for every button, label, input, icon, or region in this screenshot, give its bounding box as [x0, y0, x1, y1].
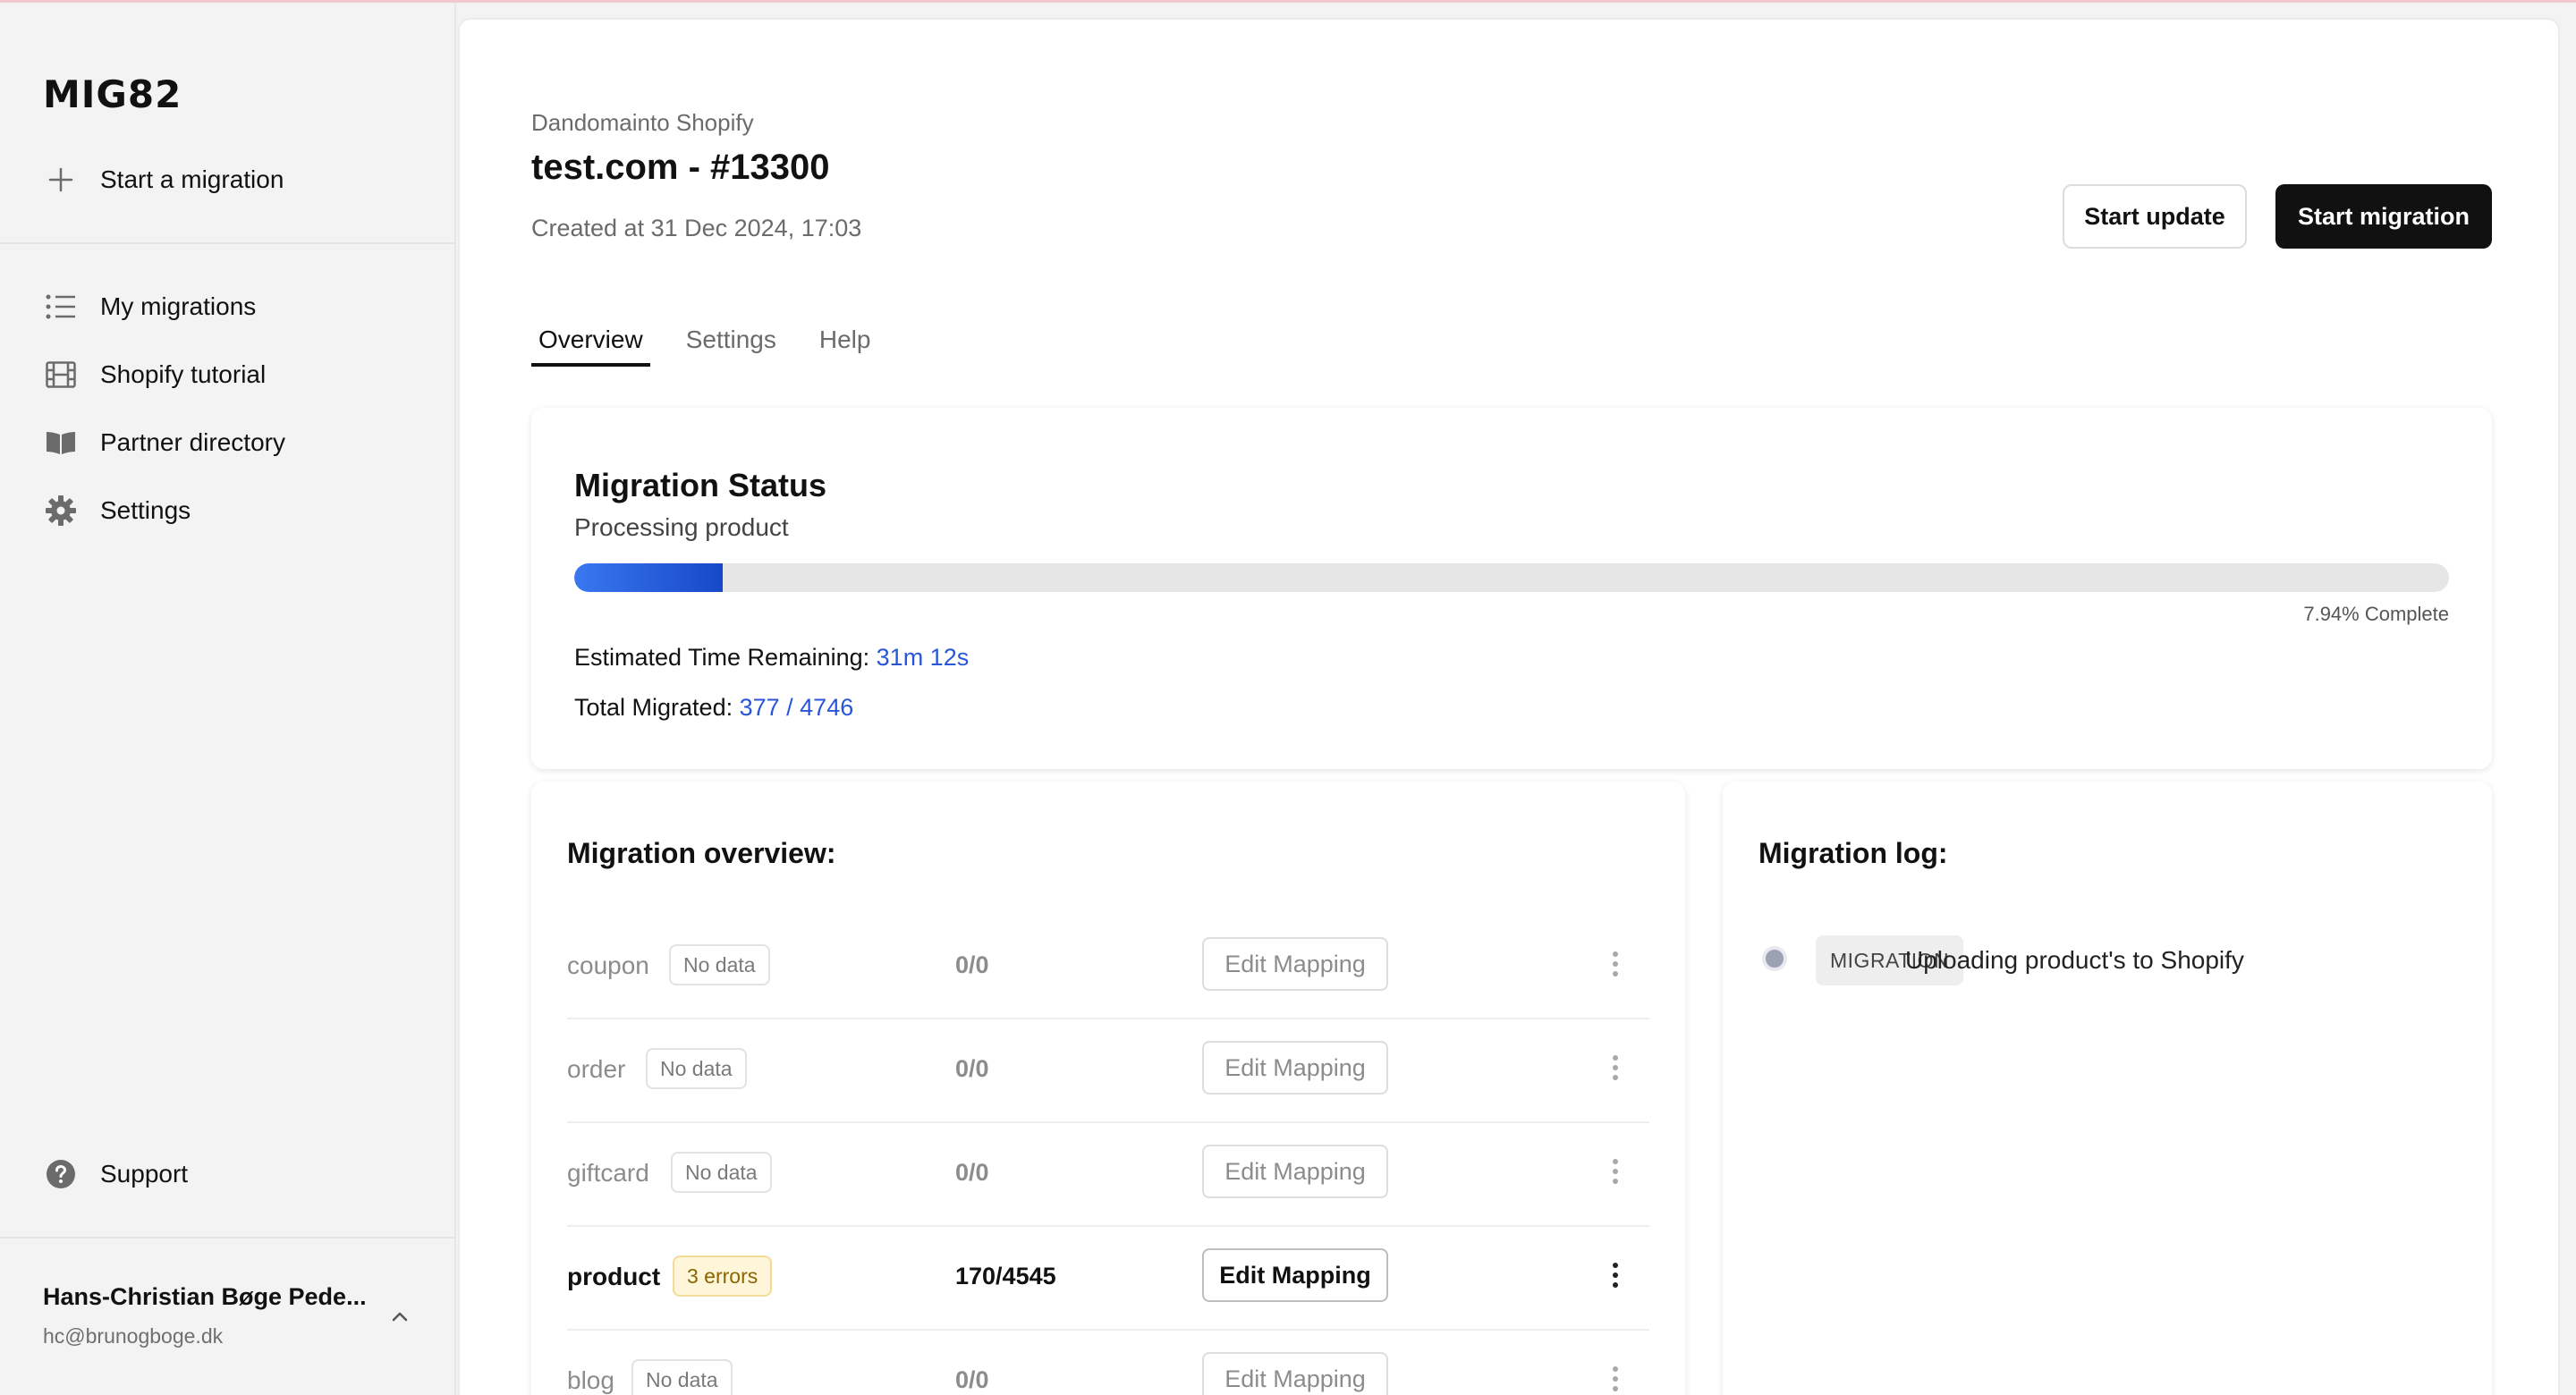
start-migration-button[interactable]: Start migration: [2275, 184, 2492, 249]
progress-bar-fill: [574, 563, 724, 592]
help-circle-icon: [43, 1156, 79, 1192]
start-migration-link[interactable]: Start a migration: [43, 155, 284, 205]
edit-mapping-button[interactable]: Edit Mapping: [1202, 1041, 1388, 1095]
gear-icon: [43, 493, 79, 528]
status-badge: No data: [671, 1152, 772, 1193]
list-icon: [43, 289, 79, 325]
status-badge: No data: [669, 944, 770, 985]
more-options-icon[interactable]: [1596, 1359, 1635, 1395]
sidebar-item-settings[interactable]: Settings: [43, 486, 191, 536]
film-icon: [43, 357, 79, 393]
progress-bar: [574, 563, 2449, 592]
status-badge: No data: [646, 1048, 747, 1089]
user-name: Hans-Christian Bøge Pede...: [43, 1283, 367, 1310]
sidebar-item-partner-directory[interactable]: Partner directory: [43, 418, 285, 468]
sidebar-item-label: Settings: [100, 496, 191, 524]
more-options-icon[interactable]: [1596, 1048, 1635, 1087]
entity-name: blog: [567, 1366, 614, 1394]
start-update-button[interactable]: Start update: [2063, 184, 2247, 249]
overview-title: Migration overview:: [567, 837, 836, 869]
migration-source-target: Dandomainto Shopify: [531, 109, 754, 136]
migration-status-card: Migration Status Processing product 7.94…: [531, 408, 2492, 769]
status-dot-icon: [1762, 946, 1787, 971]
app-logo: MIG82: [43, 72, 182, 116]
sidebar-divider: [0, 1237, 456, 1239]
edit-mapping-button[interactable]: Edit Mapping: [1202, 1352, 1388, 1395]
more-options-icon[interactable]: [1596, 1152, 1635, 1191]
chevron-up-icon[interactable]: [386, 1303, 413, 1330]
sidebar-item-label: Shopify tutorial: [100, 360, 267, 388]
more-options-icon[interactable]: [1596, 1256, 1635, 1295]
entity-count: 0/0: [955, 1366, 989, 1393]
total-value: 377 / 4746: [739, 694, 854, 721]
table-row: product 3 errors 170/4545 Edit Mapping: [567, 1227, 1649, 1331]
migration-overview-card: Migration overview: coupon No data 0/0 E…: [531, 782, 1685, 1395]
status-title: Migration Status: [574, 467, 827, 503]
entity-name: giftcard: [567, 1159, 649, 1187]
entity-name: product: [567, 1263, 661, 1290]
log-title: Migration log:: [1758, 837, 1948, 869]
table-row: order No data 0/0 Edit Mapping: [567, 1019, 1649, 1123]
table-row: blog No data 0/0 Edit Mapping: [567, 1331, 1649, 1395]
book-icon: [43, 425, 79, 461]
edit-mapping-button[interactable]: Edit Mapping: [1202, 1248, 1388, 1302]
edit-mapping-button[interactable]: Edit Mapping: [1202, 937, 1388, 991]
progress-label: 7.94% Complete: [2303, 603, 2449, 625]
tab-bar: Overview Settings Help: [531, 304, 906, 367]
status-badge: No data: [631, 1359, 733, 1395]
tab-help[interactable]: Help: [812, 304, 878, 367]
eta-line: Estimated Time Remaining: 31m 12s: [574, 644, 969, 672]
total-label: Total Migrated:: [574, 694, 733, 721]
entity-name: coupon: [567, 951, 649, 979]
page-title: test.com - #13300: [531, 148, 830, 187]
created-timestamp: Created at 31 Dec 2024, 17:03: [531, 215, 862, 241]
eta-label: Estimated Time Remaining:: [574, 644, 870, 671]
sidebar: MIG82 Start a migration My migrations Sh…: [0, 3, 456, 1395]
user-email: hc@brunogboge.dk: [43, 1324, 224, 1348]
sidebar-divider: [0, 242, 456, 244]
more-options-icon[interactable]: [1596, 944, 1635, 984]
start-migration-label: Start a migration: [100, 165, 284, 193]
main-panel: Dandomainto Shopify test.com - #13300 Cr…: [458, 18, 2560, 1395]
migration-log-card: Migration log: MIGRATION Uploading produ…: [1723, 782, 2492, 1395]
log-message: Uploading product's to Shopify: [1905, 946, 2244, 974]
status-subtitle: Processing product: [574, 513, 789, 541]
support-label: Support: [100, 1160, 189, 1188]
sidebar-item-shopify-tutorial[interactable]: Shopify tutorial: [43, 350, 266, 400]
entity-name: order: [567, 1055, 626, 1083]
sidebar-item-label: Partner directory: [100, 428, 285, 456]
support-link[interactable]: Support: [43, 1149, 188, 1199]
tab-overview[interactable]: Overview: [531, 304, 650, 367]
entity-count: 170/4545: [955, 1263, 1056, 1289]
entity-count: 0/0: [955, 1055, 989, 1082]
sidebar-item-my-migrations[interactable]: My migrations: [43, 282, 256, 332]
error-badge: 3 errors: [673, 1256, 773, 1297]
entity-count: 0/0: [955, 951, 989, 978]
eta-value: 31m 12s: [876, 644, 970, 671]
table-row: coupon No data 0/0 Edit Mapping: [567, 916, 1649, 1019]
entity-count: 0/0: [955, 1159, 989, 1186]
sidebar-item-label: My migrations: [100, 292, 257, 320]
table-row: giftcard No data 0/0 Edit Mapping: [567, 1123, 1649, 1227]
tab-settings[interactable]: Settings: [679, 304, 784, 367]
plus-icon: [43, 162, 79, 198]
edit-mapping-button[interactable]: Edit Mapping: [1202, 1145, 1388, 1198]
total-migrated-line: Total Migrated: 377 / 4746: [574, 694, 853, 722]
